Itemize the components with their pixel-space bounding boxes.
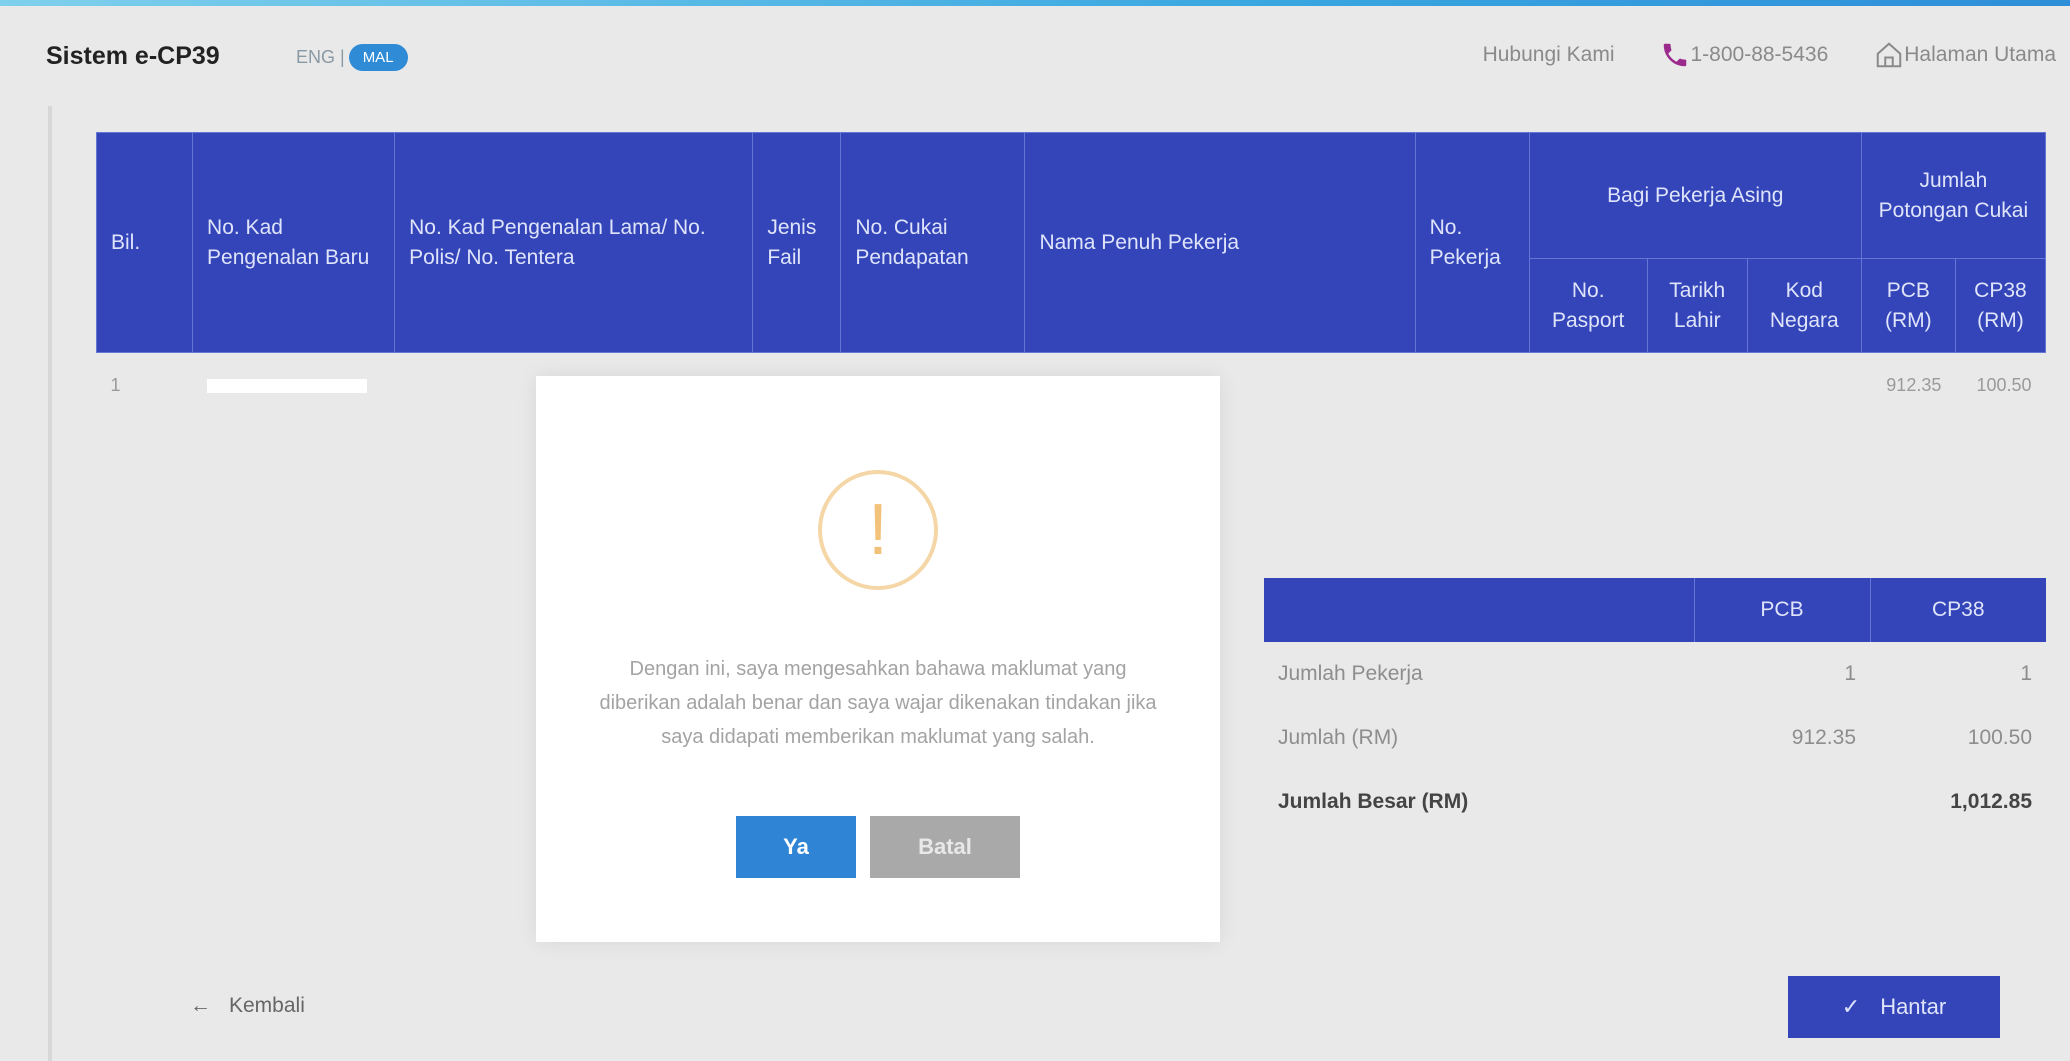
language-switcher: ENG | MAL	[296, 44, 408, 71]
back-label: Kembali	[229, 994, 305, 1017]
arrow-left-icon: ←	[190, 994, 211, 1017]
cell-bil: 1	[110, 375, 121, 395]
summary-th-cp38: CP38	[1870, 578, 2046, 642]
th-nama: Nama Penuh Pekerja	[1024, 132, 1416, 353]
confirmation-modal: ! Dengan ini, saya mengesahkan bahawa ma…	[536, 376, 1220, 942]
summary-row-total: Jumlah Besar (RM) 1,012.85	[1264, 770, 2046, 834]
cell-kod-negara	[1747, 353, 1861, 413]
summary-label: Jumlah Pekerja	[1278, 662, 1423, 685]
th-asing-group: Bagi Pekerja Asing	[1528, 132, 1862, 259]
check-icon: ✓	[1841, 994, 1861, 1019]
cell-no-kad-baru	[193, 353, 395, 413]
summary-cp38: 100.50	[1967, 726, 2032, 749]
phone-icon	[1660, 40, 1690, 70]
summary-th-label	[1264, 578, 1695, 642]
summary-row: Jumlah (RM) 912.35 100.50	[1264, 706, 2046, 770]
lang-mal-pill[interactable]: MAL	[348, 44, 408, 71]
home-link[interactable]: Halaman Utama	[1874, 40, 2056, 70]
cell-no-pekerja	[1415, 353, 1529, 413]
th-bil: Bil.	[95, 132, 194, 353]
summary-pcb: 1	[1844, 662, 1856, 685]
th-no-kad-baru: No. Kad Pengenalan Baru	[192, 132, 396, 353]
home-icon	[1874, 40, 1904, 70]
top-right-nav: Hubungi Kami 1-800-88-5436 Halaman Utama	[1437, 40, 2056, 70]
phone-number: 1-800-88-5436	[1690, 43, 1829, 66]
lang-eng-link[interactable]: ENG |	[296, 47, 345, 68]
summary-th-pcb: PCB	[1694, 578, 1871, 642]
th-no-kad-lama: No. Kad Pengenalan Lama/ No. Polis/ No. …	[394, 132, 754, 353]
cell-cp38: 100.50	[1976, 375, 2032, 395]
back-link[interactable]: ← Kembali	[190, 994, 305, 1018]
th-no-pekerja: No. Pekerja	[1414, 132, 1530, 353]
th-jenis-fail: Jenis Fail	[752, 132, 842, 353]
warning-icon: !	[818, 470, 938, 590]
phone-link[interactable]: 1-800-88-5436	[1660, 40, 1828, 70]
warning-glyph: !	[867, 490, 888, 570]
submit-label: Hantar	[1880, 994, 1947, 1019]
contact-link[interactable]: Hubungi Kami	[1483, 43, 1615, 67]
cancel-button[interactable]: Batal	[870, 816, 1020, 878]
brand-title: Sistem e-CP39	[46, 42, 220, 70]
redacted-value	[206, 379, 367, 393]
summary-label: Jumlah Besar (RM)	[1278, 790, 1469, 813]
summary-table: PCB CP38 Jumlah Pekerja 1 1 Jumlah (RM) …	[1264, 578, 2046, 834]
summary-row: Jumlah Pekerja 1 1	[1264, 642, 2046, 706]
confirmation-message: Dengan ini, saya mengesahkan bahawa makl…	[599, 658, 1157, 748]
th-jumlah-group: Jumlah Potongan Cukai	[1860, 132, 2047, 259]
cell-tarikh-lahir	[1647, 353, 1747, 413]
submit-button[interactable]: ✓ Hantar	[1788, 976, 2000, 1038]
confirm-yes-button[interactable]: Ya	[736, 816, 856, 878]
summary-pcb: 912.35	[1791, 726, 1856, 749]
th-no-cukai: No. Cukai Pendapatan	[840, 132, 1026, 353]
summary-pcb	[1694, 770, 1870, 834]
cell-no-pasport	[1529, 353, 1647, 413]
th-tarikh-lahir: Tarikh Lahir	[1646, 258, 1748, 353]
summary-label: Jumlah (RM)	[1278, 726, 1399, 749]
th-pcb: PCB (RM)	[1860, 258, 1956, 353]
top-bar: Sistem e-CP39 ENG | MAL Hubungi Kami 1-8…	[0, 6, 2070, 106]
summary-cp38: 1,012.85	[1950, 790, 2032, 813]
employee-table: Bil. No. Kad Pengenalan Baru No. Kad Pen…	[95, 132, 2047, 413]
th-kod-negara: Kod Negara	[1746, 258, 1862, 353]
th-cp38: CP38 (RM)	[1954, 258, 2047, 353]
th-no-pasport: No. Pasport	[1528, 258, 1648, 353]
cell-pcb: 912.35	[1886, 375, 1942, 395]
contact-label: Hubungi Kami	[1482, 43, 1615, 66]
home-label: Halaman Utama	[1904, 43, 2056, 66]
summary-cp38: 1	[2020, 662, 2032, 685]
